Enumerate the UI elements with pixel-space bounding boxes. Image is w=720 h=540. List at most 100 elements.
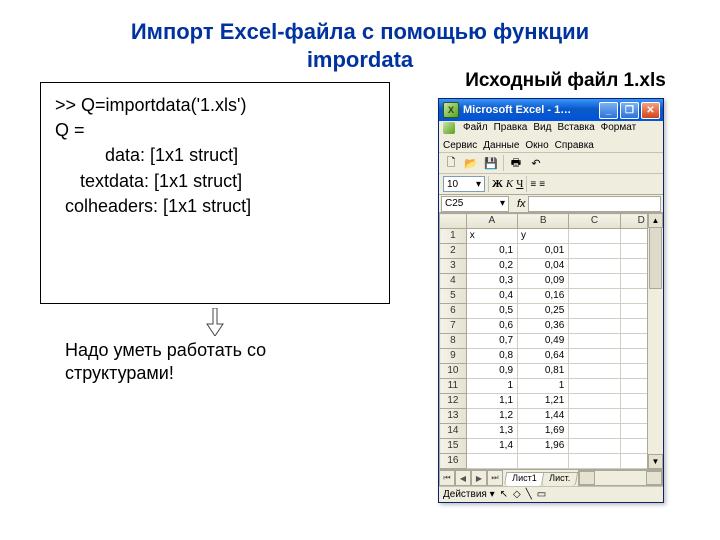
- align-left-icon[interactable]: ≡: [530, 179, 536, 190]
- cell[interactable]: 0,16: [518, 289, 569, 304]
- cell[interactable]: 1: [518, 379, 569, 394]
- cell[interactable]: 1,4: [466, 439, 517, 454]
- tab-prev-icon[interactable]: ◀: [455, 470, 471, 486]
- new-file-icon[interactable]: 🗋: [443, 155, 459, 171]
- cell[interactable]: [569, 229, 620, 244]
- select-all-corner[interactable]: [440, 214, 467, 229]
- row-header[interactable]: 1: [440, 229, 467, 244]
- spreadsheet-grid[interactable]: A B C D 1xy20,10,0130,20,0440,30,0950,40…: [439, 213, 663, 469]
- cell[interactable]: [569, 319, 620, 334]
- undo-icon[interactable]: ↶: [528, 155, 544, 171]
- horizontal-scrollbar[interactable]: [578, 470, 663, 486]
- menu-insert[interactable]: Вставка: [557, 122, 594, 134]
- row-header[interactable]: 8: [440, 334, 467, 349]
- cell[interactable]: 0,36: [518, 319, 569, 334]
- cell[interactable]: 0,5: [466, 304, 517, 319]
- cell[interactable]: 1,96: [518, 439, 569, 454]
- cell[interactable]: 0,4: [466, 289, 517, 304]
- menu-window[interactable]: Окно: [525, 140, 548, 151]
- cell[interactable]: x: [466, 229, 517, 244]
- cell[interactable]: 0,7: [466, 334, 517, 349]
- vertical-scrollbar[interactable]: ▲ ▼: [647, 213, 663, 469]
- cell[interactable]: y: [518, 229, 569, 244]
- column-header-c[interactable]: C: [569, 214, 620, 229]
- cell[interactable]: [569, 424, 620, 439]
- cell[interactable]: [569, 439, 620, 454]
- underline-button[interactable]: Ч: [516, 178, 523, 190]
- row-header[interactable]: 11: [440, 379, 467, 394]
- row-header[interactable]: 10: [440, 364, 467, 379]
- fx-icon[interactable]: fx: [517, 198, 526, 210]
- cell[interactable]: [569, 379, 620, 394]
- scroll-up-icon[interactable]: ▲: [648, 213, 663, 228]
- cell[interactable]: 1: [466, 379, 517, 394]
- formula-bar[interactable]: [528, 196, 661, 212]
- italic-button[interactable]: К: [506, 178, 513, 190]
- sheet-tab-1[interactable]: Лист1: [504, 472, 545, 486]
- tab-last-icon[interactable]: ⏭: [487, 470, 503, 486]
- save-icon[interactable]: 💾: [483, 155, 499, 171]
- cell[interactable]: 0,04: [518, 259, 569, 274]
- cell[interactable]: [569, 349, 620, 364]
- row-header[interactable]: 9: [440, 349, 467, 364]
- row-header[interactable]: 16: [440, 454, 467, 469]
- name-box[interactable]: C25 ▾: [441, 196, 509, 212]
- rectangle-icon[interactable]: ▭: [537, 489, 546, 500]
- cell[interactable]: 0,6: [466, 319, 517, 334]
- cell[interactable]: 0,09: [518, 274, 569, 289]
- cell[interactable]: 1,44: [518, 409, 569, 424]
- scroll-down-icon[interactable]: ▼: [648, 454, 663, 469]
- cell[interactable]: 0,8: [466, 349, 517, 364]
- row-header[interactable]: 12: [440, 394, 467, 409]
- menu-data[interactable]: Данные: [483, 140, 519, 151]
- cell[interactable]: 0,3: [466, 274, 517, 289]
- close-button[interactable]: ✕: [641, 102, 660, 119]
- cell[interactable]: 0,64: [518, 349, 569, 364]
- open-file-icon[interactable]: 📂: [463, 155, 479, 171]
- sheet-tab-2[interactable]: Лист.: [540, 472, 578, 486]
- cell[interactable]: 1,3: [466, 424, 517, 439]
- fontsize-dropdown[interactable]: 10 ▾: [443, 176, 485, 192]
- cell[interactable]: 1,21: [518, 394, 569, 409]
- menu-format[interactable]: Формат: [601, 122, 637, 134]
- cell[interactable]: [569, 454, 620, 469]
- maximize-button[interactable]: ❐: [620, 102, 639, 119]
- menu-edit[interactable]: Правка: [494, 122, 528, 134]
- cell[interactable]: [569, 274, 620, 289]
- minimize-button[interactable]: _: [599, 102, 618, 119]
- print-icon[interactable]: 🖶: [508, 155, 524, 171]
- row-header[interactable]: 4: [440, 274, 467, 289]
- column-header-a[interactable]: A: [466, 214, 517, 229]
- menu-view[interactable]: Вид: [533, 122, 551, 134]
- cell[interactable]: 0,9: [466, 364, 517, 379]
- cell[interactable]: [569, 304, 620, 319]
- cell[interactable]: [466, 454, 517, 469]
- autoshapes-icon[interactable]: ◇: [513, 489, 521, 500]
- bold-button[interactable]: Ж: [492, 178, 503, 190]
- cell[interactable]: [569, 364, 620, 379]
- tab-first-icon[interactable]: ⏮: [439, 470, 455, 486]
- row-header[interactable]: 3: [440, 259, 467, 274]
- cell[interactable]: [569, 334, 620, 349]
- row-header[interactable]: 14: [440, 424, 467, 439]
- column-header-b[interactable]: B: [518, 214, 569, 229]
- line-icon[interactable]: ╲: [526, 489, 532, 500]
- cell[interactable]: 1,2: [466, 409, 517, 424]
- cell[interactable]: [569, 244, 620, 259]
- cell[interactable]: 0,2: [466, 259, 517, 274]
- row-header[interactable]: 6: [440, 304, 467, 319]
- row-header[interactable]: 5: [440, 289, 467, 304]
- cell[interactable]: [569, 259, 620, 274]
- cell[interactable]: [569, 289, 620, 304]
- pointer-icon[interactable]: ↖: [500, 489, 508, 500]
- menu-file[interactable]: Файл: [463, 122, 488, 134]
- menu-help[interactable]: Справка: [555, 140, 594, 151]
- menu-tools[interactable]: Сервис: [443, 140, 477, 151]
- actions-menu[interactable]: Действия ▾: [443, 489, 495, 500]
- tab-next-icon[interactable]: ▶: [471, 470, 487, 486]
- cell[interactable]: 0,49: [518, 334, 569, 349]
- cell[interactable]: [518, 454, 569, 469]
- cell[interactable]: 0,25: [518, 304, 569, 319]
- cell[interactable]: [569, 409, 620, 424]
- cell[interactable]: 1,1: [466, 394, 517, 409]
